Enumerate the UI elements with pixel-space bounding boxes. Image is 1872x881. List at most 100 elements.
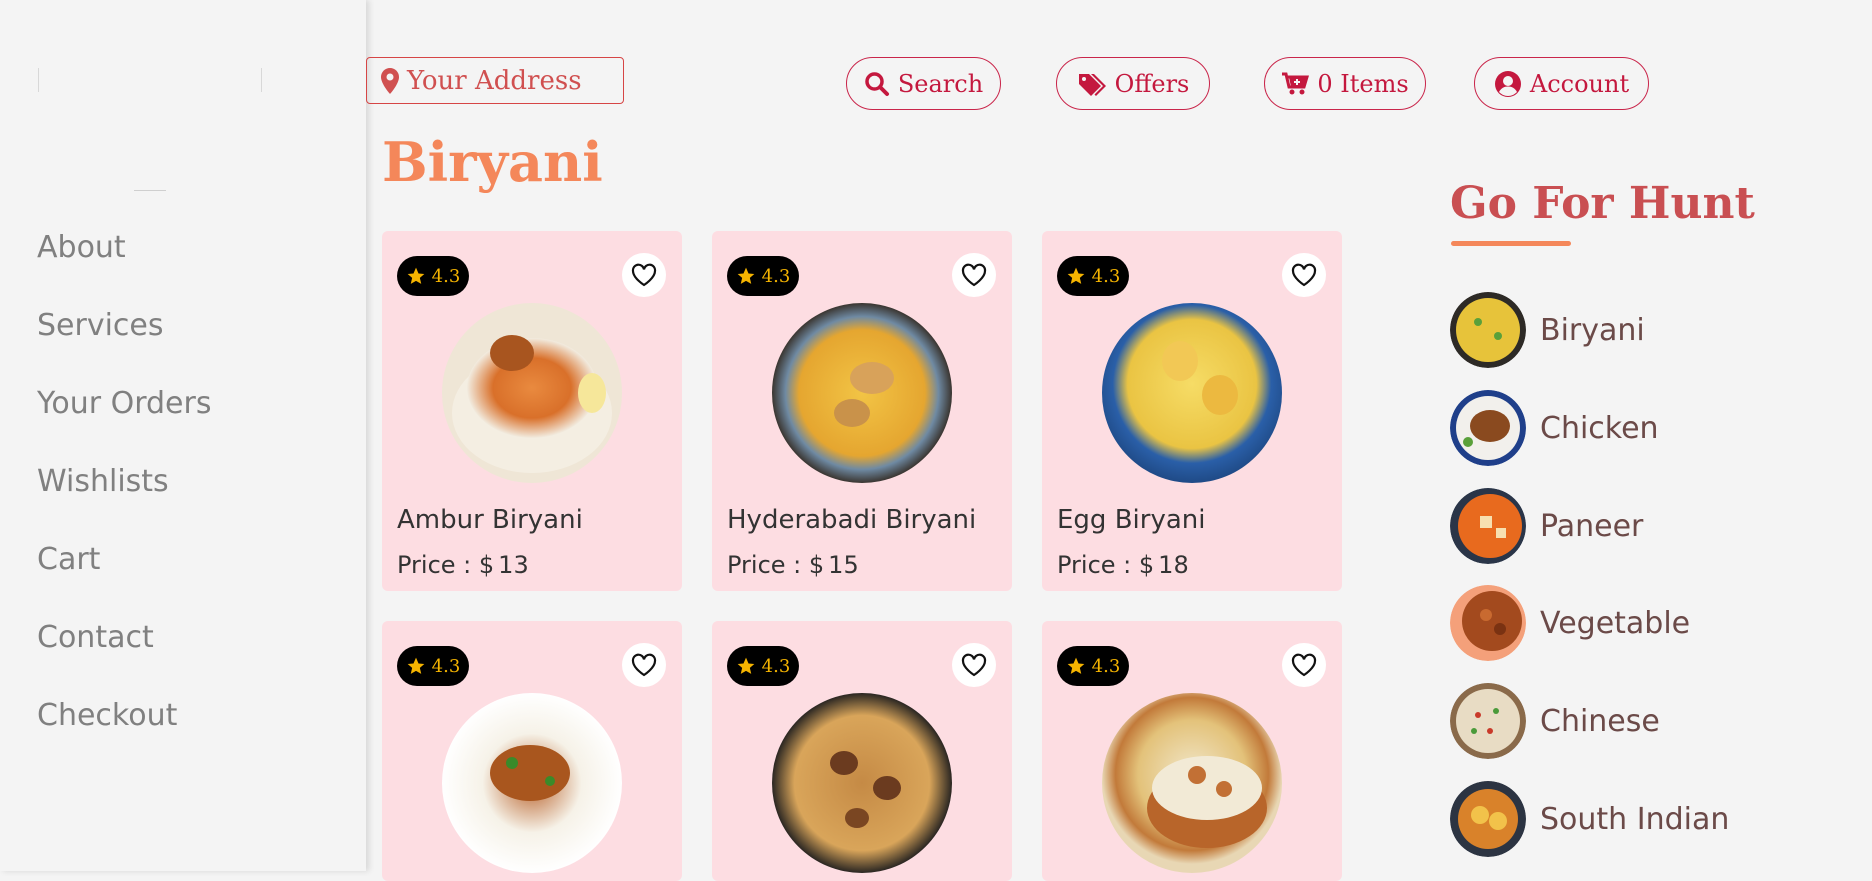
categories-title-underline (1451, 241, 1571, 246)
sidebar-item-your-orders[interactable]: Your Orders (37, 376, 211, 454)
category-thumbnail (1450, 390, 1526, 466)
dish-price: Price : $13 (397, 551, 529, 579)
rating-value: 4.3 (1091, 655, 1121, 677)
category-thumbnail (1450, 488, 1526, 564)
section-title: Biryani (382, 130, 603, 194)
logo-divider (134, 190, 166, 191)
category-thumbnail (1450, 781, 1526, 857)
rating-badge: 4.3 (397, 646, 469, 686)
star-icon (1067, 657, 1085, 674)
dish-price: Price : $18 (1057, 551, 1189, 579)
address-placeholder: Your Address (407, 65, 582, 96)
map-pin-icon (381, 67, 399, 94)
sidebar: About Services Your Orders Wishlists Car… (0, 0, 366, 871)
search-button-label: Search (897, 69, 984, 98)
dish-price: Price : $15 (727, 551, 859, 579)
dish-image (772, 693, 952, 873)
wishlist-heart-button[interactable] (622, 643, 666, 687)
food-card[interactable]: 4.3 (382, 621, 682, 881)
cart-button-label: 0 Items (1317, 69, 1409, 98)
wishlist-heart-button[interactable] (952, 643, 996, 687)
category-thumbnail (1450, 683, 1526, 759)
heart-icon (961, 263, 987, 287)
account-button-label: Account (1529, 69, 1630, 98)
rating-badge: 4.3 (727, 646, 799, 686)
heart-icon (1291, 653, 1317, 677)
category-item-chinese[interactable]: Chinese (1450, 683, 1660, 759)
price-value: 18 (1158, 551, 1189, 579)
category-item-chicken[interactable]: Chicken (1450, 390, 1659, 466)
rating-value: 4.3 (1091, 265, 1121, 287)
heart-icon (631, 263, 657, 287)
food-card[interactable]: 4.3 (1042, 621, 1342, 881)
dish-name: Ambur Biryani (397, 505, 583, 535)
heart-icon (961, 653, 987, 677)
category-label: Biryani (1540, 312, 1645, 348)
star-icon (407, 267, 425, 284)
sidebar-item-cart[interactable]: Cart (37, 532, 211, 610)
dish-image (442, 693, 622, 873)
category-item-vegetable[interactable]: Vegetable (1450, 585, 1690, 661)
dish-name: Egg Biryani (1057, 505, 1206, 535)
category-label: Chinese (1540, 703, 1660, 739)
price-value: 15 (828, 551, 859, 579)
search-button[interactable]: Search (846, 57, 1001, 110)
sidebar-item-services[interactable]: Services (37, 298, 211, 376)
search-icon (865, 71, 889, 96)
rating-value: 4.3 (761, 265, 791, 287)
star-icon (737, 267, 755, 284)
food-card[interactable]: 4.3 Ambur Biryani Price : $13 (382, 231, 682, 591)
category-label: Chicken (1540, 410, 1659, 446)
cart-plus-icon (1282, 72, 1310, 94)
offers-button[interactable]: Offers (1056, 57, 1210, 110)
dish-image (1102, 693, 1282, 873)
star-icon (407, 657, 425, 674)
logo[interactable] (38, 68, 262, 92)
rating-value: 4.3 (431, 265, 461, 287)
food-card[interactable]: 4.3 Egg Biryani Price : $18 (1042, 231, 1342, 591)
heart-icon (1291, 263, 1317, 287)
food-card[interactable]: 4.3 (712, 621, 1012, 881)
dish-name: Hyderabadi Biryani (727, 505, 977, 535)
account-button[interactable]: Account (1474, 57, 1649, 110)
rating-badge: 4.3 (1057, 256, 1129, 296)
category-item-biryani[interactable]: Biryani (1450, 292, 1645, 368)
tags-icon (1078, 73, 1106, 96)
rating-badge: 4.3 (727, 256, 799, 296)
price-prefix: Price : $ (397, 551, 495, 579)
address-input[interactable]: Your Address (366, 57, 624, 104)
sidebar-item-wishlists[interactable]: Wishlists (37, 454, 211, 532)
wishlist-heart-button[interactable] (1282, 253, 1326, 297)
sidebar-item-contact[interactable]: Contact (37, 610, 211, 688)
sidebar-item-about[interactable]: About (37, 220, 211, 298)
heart-icon (631, 653, 657, 677)
wishlist-heart-button[interactable] (622, 253, 666, 297)
rating-badge: 4.3 (397, 256, 469, 296)
offers-button-label: Offers (1114, 69, 1190, 98)
categories-title: Go For Hunt (1450, 178, 1755, 229)
food-card[interactable]: 4.3 Hyderabadi Biryani Price : $15 (712, 231, 1012, 591)
wishlist-heart-button[interactable] (1282, 643, 1326, 687)
wishlist-heart-button[interactable] (952, 253, 996, 297)
category-label: Paneer (1540, 508, 1644, 544)
category-label: Vegetable (1540, 605, 1691, 641)
price-prefix: Price : $ (727, 551, 825, 579)
sidebar-item-checkout[interactable]: Checkout (37, 688, 211, 766)
dish-image (1102, 303, 1282, 483)
price-value: 13 (498, 551, 529, 579)
rating-value: 4.3 (761, 655, 791, 677)
dish-image (442, 303, 622, 483)
user-circle-icon (1494, 70, 1521, 97)
category-thumbnail (1450, 292, 1526, 368)
cart-button[interactable]: 0 Items (1264, 57, 1426, 110)
rating-badge: 4.3 (1057, 646, 1129, 686)
category-label: South Indian (1540, 801, 1730, 837)
rating-value: 4.3 (431, 655, 461, 677)
dish-image (772, 303, 952, 483)
category-item-paneer[interactable]: Paneer (1450, 488, 1643, 564)
category-thumbnail (1450, 585, 1526, 661)
category-item-south-indian[interactable]: South Indian (1450, 781, 1729, 857)
star-icon (1067, 267, 1085, 284)
star-icon (737, 657, 755, 674)
sidebar-nav: About Services Your Orders Wishlists Car… (37, 220, 211, 766)
